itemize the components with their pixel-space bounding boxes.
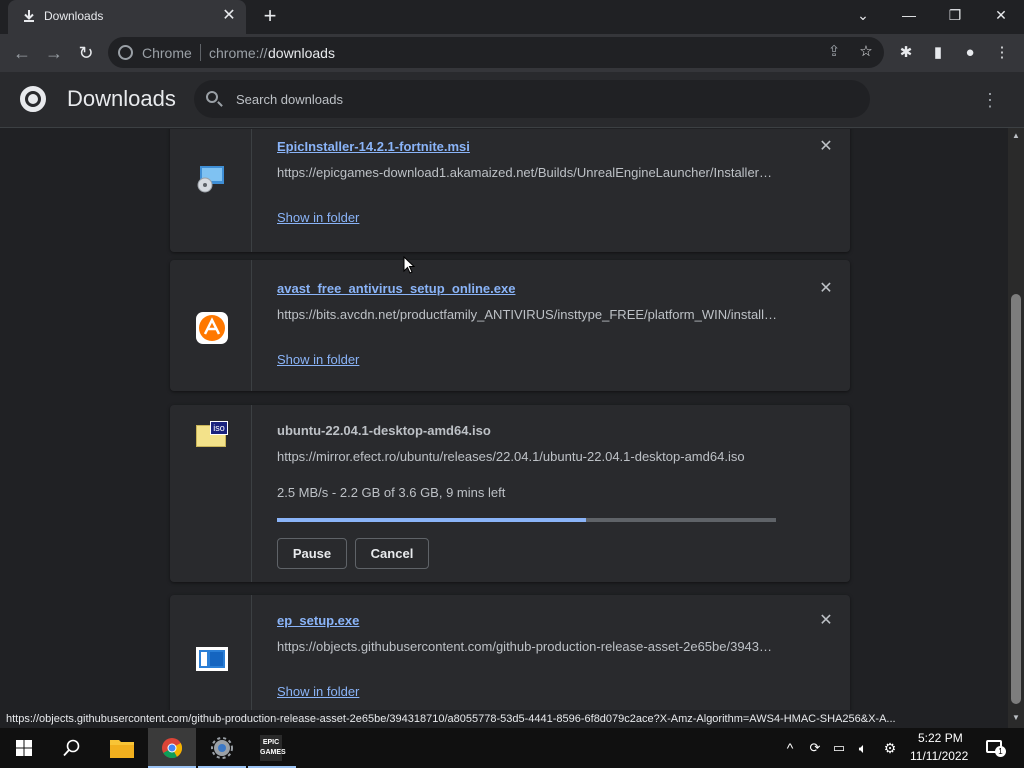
cancel-button[interactable]: Cancel	[355, 538, 429, 569]
sync-alert-icon[interactable]: ⟳	[806, 738, 824, 758]
download-item: ep_setup.exe https://objects.githubuserc…	[170, 595, 850, 710]
search-icon	[63, 739, 80, 757]
iso-label: iso	[210, 421, 228, 435]
epic-games-icon: EPIC GAMES	[260, 735, 286, 761]
progress-bar	[277, 518, 776, 522]
file-name-link[interactable]: ep_setup.exe	[277, 613, 359, 628]
show-in-folder-link[interactable]: Show in folder	[277, 210, 359, 225]
msi-installer-icon	[197, 166, 224, 193]
more-actions-icon[interactable]: ⋮	[980, 90, 1000, 110]
notification-center-icon[interactable]: 1	[982, 738, 1006, 758]
minimize-button[interactable]: —	[886, 0, 932, 30]
url-host: downloads	[268, 45, 335, 61]
new-tab-button[interactable]: +	[259, 5, 281, 27]
file-explorer-button[interactable]	[98, 728, 146, 768]
remove-icon[interactable]: ✕	[818, 613, 834, 629]
network-icon[interactable]: ▭	[830, 738, 848, 758]
file-url: https://objects.githubusercontent.com/gi…	[277, 639, 777, 654]
download-item: EpicInstaller-14.2.1-fortnite.msi https:…	[170, 129, 850, 252]
chrome-icon	[162, 738, 182, 758]
address-bar[interactable]: Chrome chrome:// downloads ⇪ ☆	[108, 37, 884, 68]
downloads-list[interactable]: EpicInstaller-14.2.1-fortnite.msi https:…	[0, 129, 1008, 710]
file-name-link[interactable]: EpicInstaller-14.2.1-fortnite.msi	[277, 139, 470, 154]
download-icon	[24, 10, 34, 22]
tab-close-icon[interactable]: ✕	[220, 7, 238, 25]
bookmark-star-icon[interactable]: ☆	[856, 42, 876, 62]
file-name: ubuntu-22.04.1-desktop-amd64.iso	[277, 423, 491, 438]
chrome-taskbar-button[interactable]	[148, 728, 196, 768]
clock-date[interactable]: 11/11/2022	[910, 749, 968, 763]
search-input[interactable]	[236, 89, 836, 109]
windows-logo-icon	[16, 740, 32, 756]
avast-icon	[196, 312, 228, 344]
file-url: https://bits.avcdn.net/productfamily_ANT…	[277, 307, 777, 322]
scrollbar-thumb[interactable]	[1011, 294, 1021, 704]
restore-button[interactable]: ❐	[932, 0, 978, 30]
share-icon[interactable]: ⇪	[824, 42, 844, 62]
downloads-header: Downloads ⋮	[0, 72, 1024, 128]
settings-gear-icon	[211, 737, 233, 759]
profile-avatar-icon[interactable]: ●	[960, 43, 980, 63]
remove-icon[interactable]: ✕	[818, 281, 834, 297]
tab-downloads[interactable]: Downloads ✕	[8, 0, 246, 34]
site-label: Chrome	[142, 45, 192, 61]
page-title: Downloads	[67, 86, 176, 111]
epic-games-taskbar-button[interactable]: EPIC GAMES	[248, 728, 296, 768]
forward-button[interactable]: →	[42, 41, 66, 65]
chrome-menu-icon[interactable]: ⋮	[992, 43, 1012, 63]
back-button[interactable]: ←	[10, 41, 34, 65]
notification-count-badge: 1	[995, 746, 1006, 757]
download-item-in-progress: iso ubuntu-22.04.1-desktop-amd64.iso htt…	[170, 405, 850, 582]
file-icon-column: iso	[170, 405, 252, 582]
scroll-down-arrow-icon[interactable]: ▼	[1012, 714, 1020, 722]
scrollbar[interactable]: ▲ ▼	[1008, 128, 1024, 728]
close-window-button[interactable]: ✕	[978, 0, 1024, 30]
search-icon	[206, 91, 218, 103]
omnibox-divider	[200, 44, 201, 61]
file-icon-column	[170, 260, 252, 391]
file-icon-column	[170, 129, 252, 252]
volume-icon[interactable]: 🔈︎	[854, 738, 872, 758]
search-box[interactable]	[194, 80, 870, 118]
exe-installer-icon	[196, 647, 228, 671]
start-button[interactable]	[0, 728, 48, 768]
file-url: https://mirror.efect.ro/ubuntu/releases/…	[277, 449, 745, 464]
pause-button[interactable]: Pause	[277, 538, 347, 569]
tray-overflow-chevron-icon[interactable]: ^	[781, 738, 799, 758]
show-in-folder-link[interactable]: Show in folder	[277, 352, 359, 367]
clock-time[interactable]: 5:22 PM	[918, 731, 963, 745]
reload-button[interactable]: ↻	[74, 41, 98, 65]
chrome-logo-icon	[20, 86, 46, 112]
download-status: 2.5 MB/s - 2.2 GB of 3.6 GB, 9 mins left	[277, 485, 506, 500]
scroll-up-arrow-icon[interactable]: ▲	[1012, 132, 1020, 140]
tab-strip: Downloads ✕ + ⌄ — ❐ ✕	[0, 0, 1024, 34]
windows-taskbar: EPIC GAMES ^ ⟳ ▭ 🔈︎ ⚙ 5:22 PM 11/11/2022…	[0, 728, 1024, 768]
download-item: avast_free_antivirus_setup_online.exe ht…	[170, 260, 850, 391]
extensions-icon[interactable]: ✱	[896, 43, 916, 63]
chrome-site-icon	[118, 45, 133, 60]
folder-icon	[110, 740, 134, 758]
show-in-folder-link[interactable]: Show in folder	[277, 684, 359, 699]
browser-toolbar: ← → ↻ Chrome chrome:// downloads ⇪ ☆ ✱ ▮…	[0, 34, 1024, 72]
side-panel-icon[interactable]: ▮	[928, 43, 948, 63]
file-icon-column	[170, 595, 252, 710]
settings-tray-icon[interactable]: ⚙	[880, 738, 900, 758]
mouse-cursor-icon	[403, 256, 415, 274]
tab-search-icon[interactable]: ⌄	[840, 0, 886, 30]
settings-taskbar-button[interactable]	[198, 728, 246, 768]
progress-fill	[277, 518, 587, 522]
file-url: https://epicgames-download1.akamaized.ne…	[277, 165, 777, 180]
iso-file-icon: iso	[196, 421, 228, 447]
url-scheme: chrome://	[209, 45, 268, 61]
remove-icon[interactable]: ✕	[818, 139, 834, 155]
file-name-link[interactable]: avast_free_antivirus_setup_online.exe	[277, 281, 515, 296]
link-status-bubble: https://objects.githubusercontent.com/gi…	[0, 710, 986, 728]
tab-title: Downloads	[44, 9, 104, 23]
taskbar-search-button[interactable]	[48, 728, 96, 768]
